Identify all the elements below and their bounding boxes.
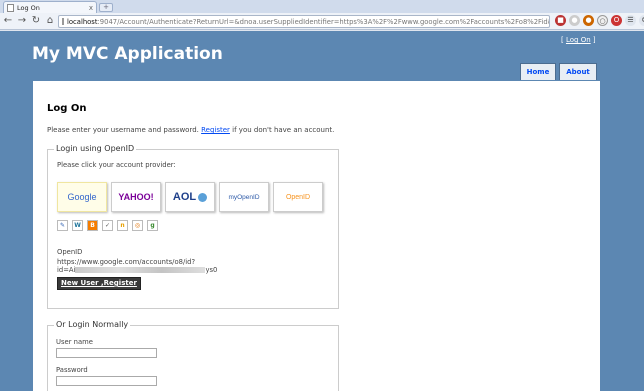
- opera-icon[interactable]: O: [611, 15, 622, 26]
- ext-red-icon[interactable]: ■: [555, 15, 566, 26]
- myopenid-logo: myOpenID: [228, 193, 260, 201]
- ext-circle-icon[interactable]: ○: [597, 15, 608, 26]
- page-title: Log On: [47, 103, 87, 114]
- openid-value-prefix: id=Ai: [57, 266, 76, 274]
- vidoop-icon[interactable]: n: [117, 220, 128, 231]
- intro-before: Please enter your username and password.: [47, 126, 202, 134]
- url-path: :9047/Account/Authenticate?ReturnUrl=&dn…: [97, 17, 550, 26]
- bracket-close: ]: [590, 36, 596, 44]
- main-content: Log On Please enter your username and pa…: [33, 81, 600, 391]
- page-body: [ Log On ] My MVC Application Home About…: [0, 31, 644, 391]
- browser-toolbar: ← → ↻ ⌂ localhost:9047/Account/Authentic…: [0, 13, 644, 30]
- page-icon: [62, 18, 64, 25]
- page-icon: [7, 3, 14, 12]
- openid-value: https://www.google.com/accounts/o8/id? i…: [57, 258, 237, 274]
- logon-link[interactable]: Log On: [566, 36, 591, 44]
- google-provider-button[interactable]: Google: [57, 182, 107, 212]
- aol-arrow-icon: [198, 192, 208, 202]
- reload-icon[interactable]: ↻: [30, 15, 42, 27]
- provider-buttons: Google YAHOO! AOL myOpenID OpenID: [57, 182, 323, 212]
- wrench-icon[interactable]: ⚙: [639, 15, 644, 26]
- password-label: Password: [56, 366, 88, 374]
- main-menu: Home About: [520, 63, 597, 80]
- menu-item-about[interactable]: About: [559, 63, 597, 80]
- password-input[interactable]: [56, 376, 157, 386]
- register-link[interactable]: Register: [201, 126, 230, 134]
- google-logo: Google: [67, 192, 97, 202]
- forward-icon[interactable]: →: [16, 15, 28, 27]
- wordpress-icon[interactable]: W: [72, 220, 83, 231]
- username-input[interactable]: [56, 348, 157, 358]
- openid-legend: Login using OpenID: [54, 144, 137, 153]
- openid-value-line2: id=Ai ys0: [57, 266, 237, 274]
- google-profile-icon[interactable]: g: [147, 220, 158, 231]
- ext-grey-icon[interactable]: ●: [569, 15, 580, 26]
- home-icon[interactable]: ⌂: [44, 15, 56, 27]
- ext-orange-icon[interactable]: ●: [583, 15, 594, 26]
- url-text: localhost:9047/Account/Authenticate?Retu…: [67, 17, 550, 26]
- small-provider-buttons: ✎ W B ✓ n ◎ g: [57, 220, 158, 231]
- login-fieldset: Or Login Normally User name Password: [47, 320, 339, 391]
- intro-after: if you don't have an account.: [229, 126, 335, 134]
- address-bar[interactable]: localhost:9047/Account/Authenticate?Retu…: [58, 15, 550, 28]
- username-label: User name: [56, 338, 93, 346]
- openid-value-line1: https://www.google.com/accounts/o8/id?: [57, 258, 196, 266]
- yahoo-provider-button[interactable]: YAHOO!: [111, 182, 161, 212]
- new-tab-button[interactable]: +: [99, 3, 113, 12]
- close-tab-icon[interactable]: x: [89, 4, 93, 12]
- menu-item-home[interactable]: Home: [520, 63, 556, 80]
- tab-title: Log On: [17, 3, 40, 12]
- browser-tabstrip: Log On x +: [0, 0, 644, 13]
- aol-provider-button[interactable]: AOL: [165, 182, 215, 212]
- myopenid-provider-button[interactable]: myOpenID: [219, 182, 269, 212]
- login-legend: Or Login Normally: [54, 320, 131, 329]
- verisign-icon[interactable]: ✓: [102, 220, 113, 231]
- logon-link-area: [ Log On ]: [561, 36, 596, 44]
- back-icon[interactable]: ←: [2, 15, 14, 27]
- openid-logo: OpenID: [285, 193, 311, 201]
- url-host: localhost: [67, 17, 98, 26]
- provider-instruction: Please click your account provider:: [57, 161, 176, 169]
- openid-label: OpenID: [57, 248, 83, 256]
- openid-provider-button[interactable]: OpenID: [273, 182, 323, 212]
- browser-tab[interactable]: Log On x: [3, 1, 97, 13]
- openid-value-suffix: ys0: [205, 266, 218, 274]
- livejournal-icon[interactable]: ✎: [57, 220, 68, 231]
- claimid-icon[interactable]: ◎: [132, 220, 143, 231]
- new-user-register-button[interactable]: New User ,Register: [57, 277, 141, 290]
- redacted-id: [75, 267, 206, 273]
- yahoo-logo: YAHOO!: [118, 192, 154, 202]
- blogger-icon[interactable]: B: [87, 220, 98, 231]
- page-menu-icon[interactable]: ☰: [625, 15, 636, 26]
- menu-item-label: Home: [526, 68, 550, 76]
- app-title: My MVC Application: [32, 44, 223, 64]
- intro-text: Please enter your username and password.…: [47, 126, 334, 134]
- openid-fieldset: Login using OpenID Please click your acc…: [47, 144, 339, 309]
- aol-logo: AOL: [172, 191, 197, 203]
- extension-icons: ■ ● ● ○ O ☰ ⚙: [555, 15, 644, 26]
- menu-item-label: About: [566, 68, 590, 76]
